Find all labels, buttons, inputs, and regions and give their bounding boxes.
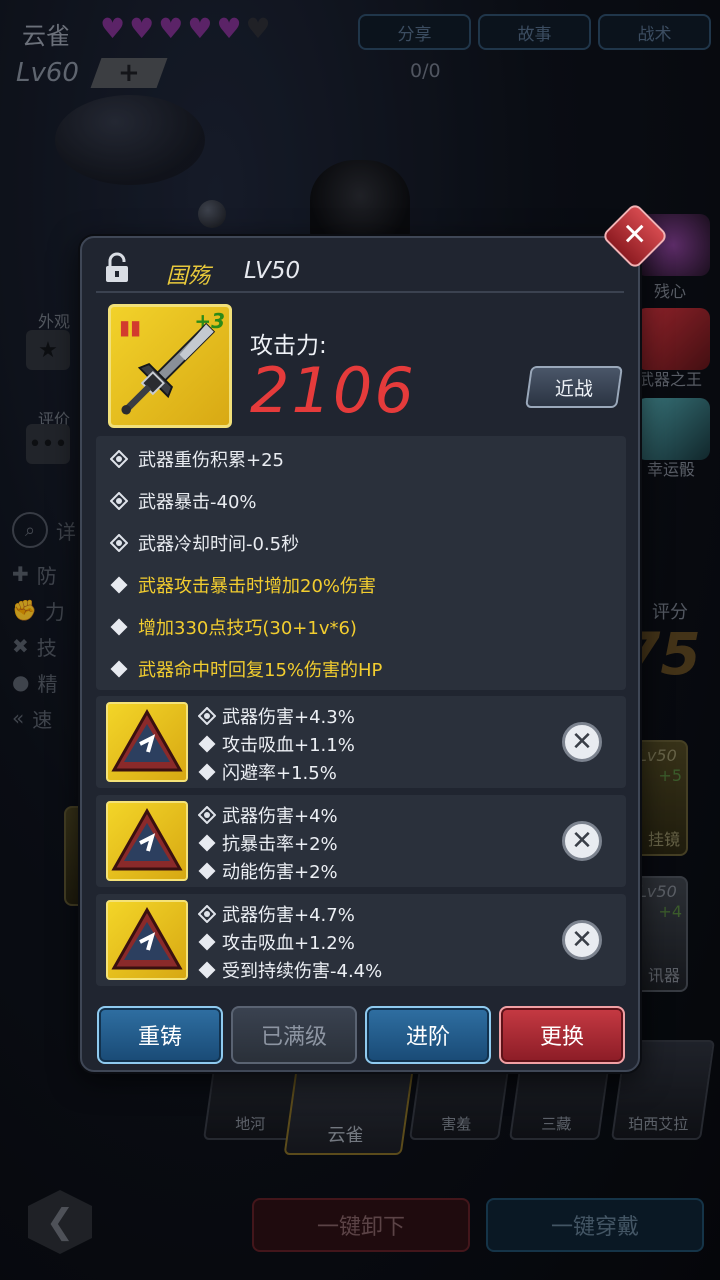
gem-stat-text: 闪避率+1.5% — [222, 762, 337, 784]
max-level-button: 已满级 — [231, 1006, 357, 1064]
stat-line: 武器暴击-40% — [110, 488, 257, 514]
gem-slot: 武器伤害+4.3% 攻击吸血+1.1% 闪避率+1.5% ✕ — [96, 696, 626, 788]
diamond-icon — [198, 834, 216, 851]
attack-value: 2106 — [250, 354, 416, 427]
gem-stat-line: 武器伤害+4% — [198, 801, 338, 828]
gem-stats: 武器伤害+4.7% 攻击吸血+1.2% 受到持续伤害-4.4% — [198, 900, 382, 983]
stat-line: 武器重伤积累+25 — [110, 446, 284, 472]
close-icon: ✕ — [571, 727, 593, 757]
gem-stat-text: 动能伤害+2% — [222, 861, 338, 883]
gem-stats: 武器伤害+4% 抗暴击率+2% 动能伤害+2% — [198, 801, 338, 884]
diamond-icon — [198, 763, 216, 780]
diamond-icon — [110, 576, 128, 594]
melee-type-button[interactable]: 近战 — [525, 366, 623, 408]
gem-stat-text: 受到持续伤害-4.4% — [222, 960, 383, 982]
sword-icon — [121, 322, 216, 415]
diamond-icon — [110, 660, 128, 678]
reforge-button[interactable]: 重铸 — [97, 1006, 223, 1064]
diamond-outline-icon — [110, 534, 128, 552]
melee-type-label: 近战 — [554, 377, 593, 400]
title-divider — [96, 291, 624, 293]
gem-stat-line: 受到持续伤害-4.4% — [198, 956, 382, 983]
gem-stat-line: 攻击吸血+1.2% — [198, 928, 382, 955]
gem-stat-text: 抗暴击率+2% — [222, 833, 338, 855]
diamond-outline-icon — [110, 450, 128, 468]
gem-stats: 武器伤害+4.3% 攻击吸血+1.1% 闪避率+1.5% — [198, 702, 355, 785]
stat-line: 武器冷却时间-0.5秒 — [110, 530, 299, 556]
stat-text: 武器命中时回复15%伤害的HP — [138, 660, 383, 681]
gem-slot: 武器伤害+4% 抗暴击率+2% 动能伤害+2% ✕ — [96, 795, 626, 887]
gem-stat-text: 攻击吸血+1.2% — [222, 932, 355, 954]
diamond-icon — [110, 618, 128, 636]
gem-triangle-icon — [111, 807, 183, 871]
diamond-outline-icon — [110, 492, 128, 510]
stat-line: 武器攻击暴击时增加20%伤害 — [110, 572, 376, 598]
stat-line: 增加330点技巧(30+1v*6) — [110, 614, 357, 640]
diamond-icon — [198, 961, 216, 978]
stat-text: 武器冷却时间-0.5秒 — [138, 534, 300, 555]
remove-gem-button[interactable]: ✕ — [562, 722, 602, 762]
item-level: LV50 — [244, 258, 301, 284]
gem-image[interactable] — [106, 702, 188, 782]
gem-stat-line: 闪避率+1.5% — [198, 758, 355, 785]
unlock-icon[interactable] — [104, 252, 130, 284]
close-icon: ✕ — [571, 925, 593, 955]
replace-button[interactable]: 更换 — [499, 1006, 625, 1064]
gem-image[interactable] — [106, 801, 188, 881]
advance-button[interactable]: 进阶 — [365, 1006, 491, 1064]
stat-text: 增加330点技巧(30+1v*6) — [138, 618, 357, 639]
gem-stat-line: 武器伤害+4.3% — [198, 702, 355, 729]
gem-stat-line: 攻击吸血+1.1% — [198, 730, 355, 757]
gem-triangle-icon — [111, 708, 183, 772]
stat-text: 武器重伤积累+25 — [138, 450, 284, 471]
gem-stat-text: 武器伤害+4.7% — [222, 904, 355, 926]
close-icon: ✕ — [622, 217, 648, 253]
gem-triangle-icon — [111, 906, 183, 970]
diamond-icon — [198, 862, 216, 879]
diamond-icon — [198, 735, 216, 752]
stat-text: 武器攻击暴击时增加20%伤害 — [138, 576, 377, 597]
gem-stat-line: 动能伤害+2% — [198, 857, 338, 884]
stats-panel: 武器重伤积累+25 武器暴击-40% 武器冷却时间-0.5秒 武器攻击暴击时增加… — [96, 436, 626, 690]
stat-line: 武器命中时回复15%伤害的HP — [110, 656, 382, 682]
remove-gem-button[interactable]: ✕ — [562, 920, 602, 960]
gem-stat-text: 武器伤害+4.3% — [222, 706, 355, 728]
gem-stat-text: 攻击吸血+1.1% — [222, 734, 355, 756]
gem-stat-text: 武器伤害+4% — [222, 805, 338, 827]
gem-image[interactable] — [106, 900, 188, 980]
remove-gem-button[interactable]: ✕ — [562, 821, 602, 861]
close-icon: ✕ — [571, 826, 593, 856]
diamond-icon — [198, 933, 216, 950]
diamond-outline-icon — [198, 805, 216, 824]
gem-stat-line: 抗暴击率+2% — [198, 829, 338, 856]
weapon-image: ▮▮ +3 — [108, 304, 232, 428]
gem-stat-line: 武器伤害+4.7% — [198, 900, 382, 927]
stat-text: 武器暴击-40% — [138, 492, 257, 513]
item-name: 国殇 — [166, 264, 211, 289]
gem-slot: 武器伤害+4.7% 攻击吸血+1.2% 受到持续伤害-4.4% ✕ — [96, 894, 626, 986]
diamond-outline-icon — [198, 706, 216, 725]
diamond-outline-icon — [198, 904, 216, 923]
